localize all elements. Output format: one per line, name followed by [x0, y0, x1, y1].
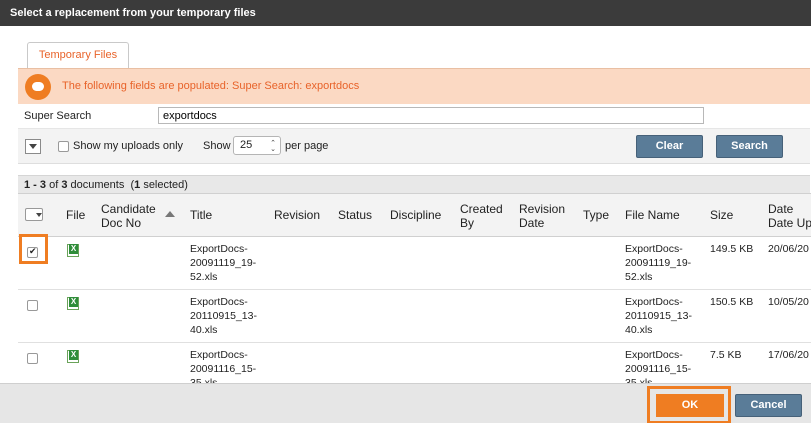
dialog-body: Temporary Files The following fields are… — [0, 26, 811, 423]
row-file-name: ExportDocs- 20091119_19- 52.xls — [625, 243, 692, 283]
selected-close: selected) — [143, 179, 188, 191]
results-total: 3 — [61, 179, 68, 191]
column-candidate-doc-no[interactable]: Candidate Doc No — [101, 202, 163, 230]
notice-text: The following fields are populated: Supe… — [62, 80, 359, 92]
populated-fields-notice: The following fields are populated: Supe… — [18, 68, 810, 104]
results-summary: 1 - 3 of 3 documents (1 selected) — [18, 175, 810, 193]
excel-file-icon — [67, 297, 79, 310]
row-file-name: ExportDocs- 20091116_15- 35.xls — [625, 349, 692, 385]
row-title: ExportDocs- 20091119_19- 52.xls — [190, 243, 257, 283]
notice-value: Super Search: exportdocs — [232, 80, 360, 92]
column-file[interactable]: File — [66, 208, 85, 222]
show-my-uploads-checkbox[interactable] — [58, 141, 69, 152]
excel-file-icon — [67, 350, 79, 363]
column-title[interactable]: Title — [190, 208, 212, 222]
row-size: 7.5 KB — [710, 349, 742, 361]
per-page-select[interactable]: 25 — [233, 136, 281, 155]
column-created-by[interactable]: Created By — [460, 202, 510, 230]
results-of: of — [49, 179, 59, 191]
column-file-name[interactable]: File Name — [625, 208, 680, 222]
column-size[interactable]: Size — [710, 208, 733, 222]
search-button[interactable]: Search — [716, 135, 783, 158]
options-row: Show my uploads only Show 25 per page Cl… — [18, 129, 810, 164]
super-search-input[interactable] — [158, 107, 704, 124]
super-search-label: Super Search — [24, 110, 92, 122]
column-type[interactable]: Type — [583, 208, 609, 222]
tab-temporary-files[interactable]: Temporary Files — [27, 42, 129, 68]
dialog-title: Select a replacement from your temporary… — [0, 0, 811, 26]
notice-prefix: The following fields are populated: — [62, 80, 229, 92]
row-size: 150.5 KB — [710, 296, 754, 308]
results-range: 1 - 3 — [24, 179, 47, 191]
row-size: 149.5 KB — [710, 243, 754, 255]
column-revision-date[interactable]: Revision Date — [519, 202, 575, 230]
speech-bubble-icon — [25, 74, 51, 100]
row-date: 17/06/20 — [768, 349, 809, 361]
column-discipline[interactable]: Discipline — [390, 208, 441, 222]
row-checkbox[interactable] — [27, 353, 38, 364]
per-page-label: per page — [285, 140, 329, 152]
row-title: ExportDocs- 20110915_13- 40.xls — [190, 296, 257, 336]
row-file-name: ExportDocs- 20110915_13- 40.xls — [625, 296, 692, 336]
select-all-checkbox[interactable] — [25, 208, 43, 221]
row-checkbox[interactable] — [27, 300, 38, 311]
show-my-uploads-label: Show my uploads only — [73, 140, 184, 152]
results-docs: documents — [70, 179, 125, 191]
table-row[interactable]: ExportDocs-20091119_19-52.xls ExportDocs… — [18, 237, 811, 290]
column-status[interactable]: Status — [338, 208, 372, 222]
clear-button[interactable]: Clear — [636, 135, 703, 158]
show-label: Show — [203, 140, 231, 152]
selected-count: 1 — [134, 179, 141, 191]
column-date-uploaded[interactable]: DateDate Uploade — [768, 202, 811, 230]
expand-toggle-icon[interactable] — [25, 139, 41, 154]
cancel-button[interactable]: Cancel — [735, 394, 802, 417]
excel-file-icon — [67, 244, 79, 257]
documents-table: File Candidate Doc No Title Revision Sta… — [18, 193, 811, 385]
per-page-value: 25 — [240, 139, 253, 151]
row-date: 10/05/20 — [768, 296, 809, 308]
dialog-footer: OK Cancel — [0, 383, 811, 423]
table-row[interactable]: ExportDocs-20091116_15-35.xls ExportDocs… — [18, 343, 811, 385]
row-title: ExportDocs- 20091116_15- 35.xls — [190, 349, 257, 385]
sort-ascending-icon[interactable] — [165, 211, 175, 217]
table-header: File Candidate Doc No Title Revision Sta… — [18, 194, 811, 237]
super-search-row: Super Search — [18, 104, 810, 129]
highlight-ok-button — [647, 386, 731, 423]
highlight-selected-checkbox — [19, 234, 48, 264]
row-date: 20/06/20 — [768, 243, 809, 255]
table-row[interactable]: ExportDocs-20110915_13-40.xls ExportDocs… — [18, 290, 811, 343]
column-revision[interactable]: Revision — [274, 208, 320, 222]
